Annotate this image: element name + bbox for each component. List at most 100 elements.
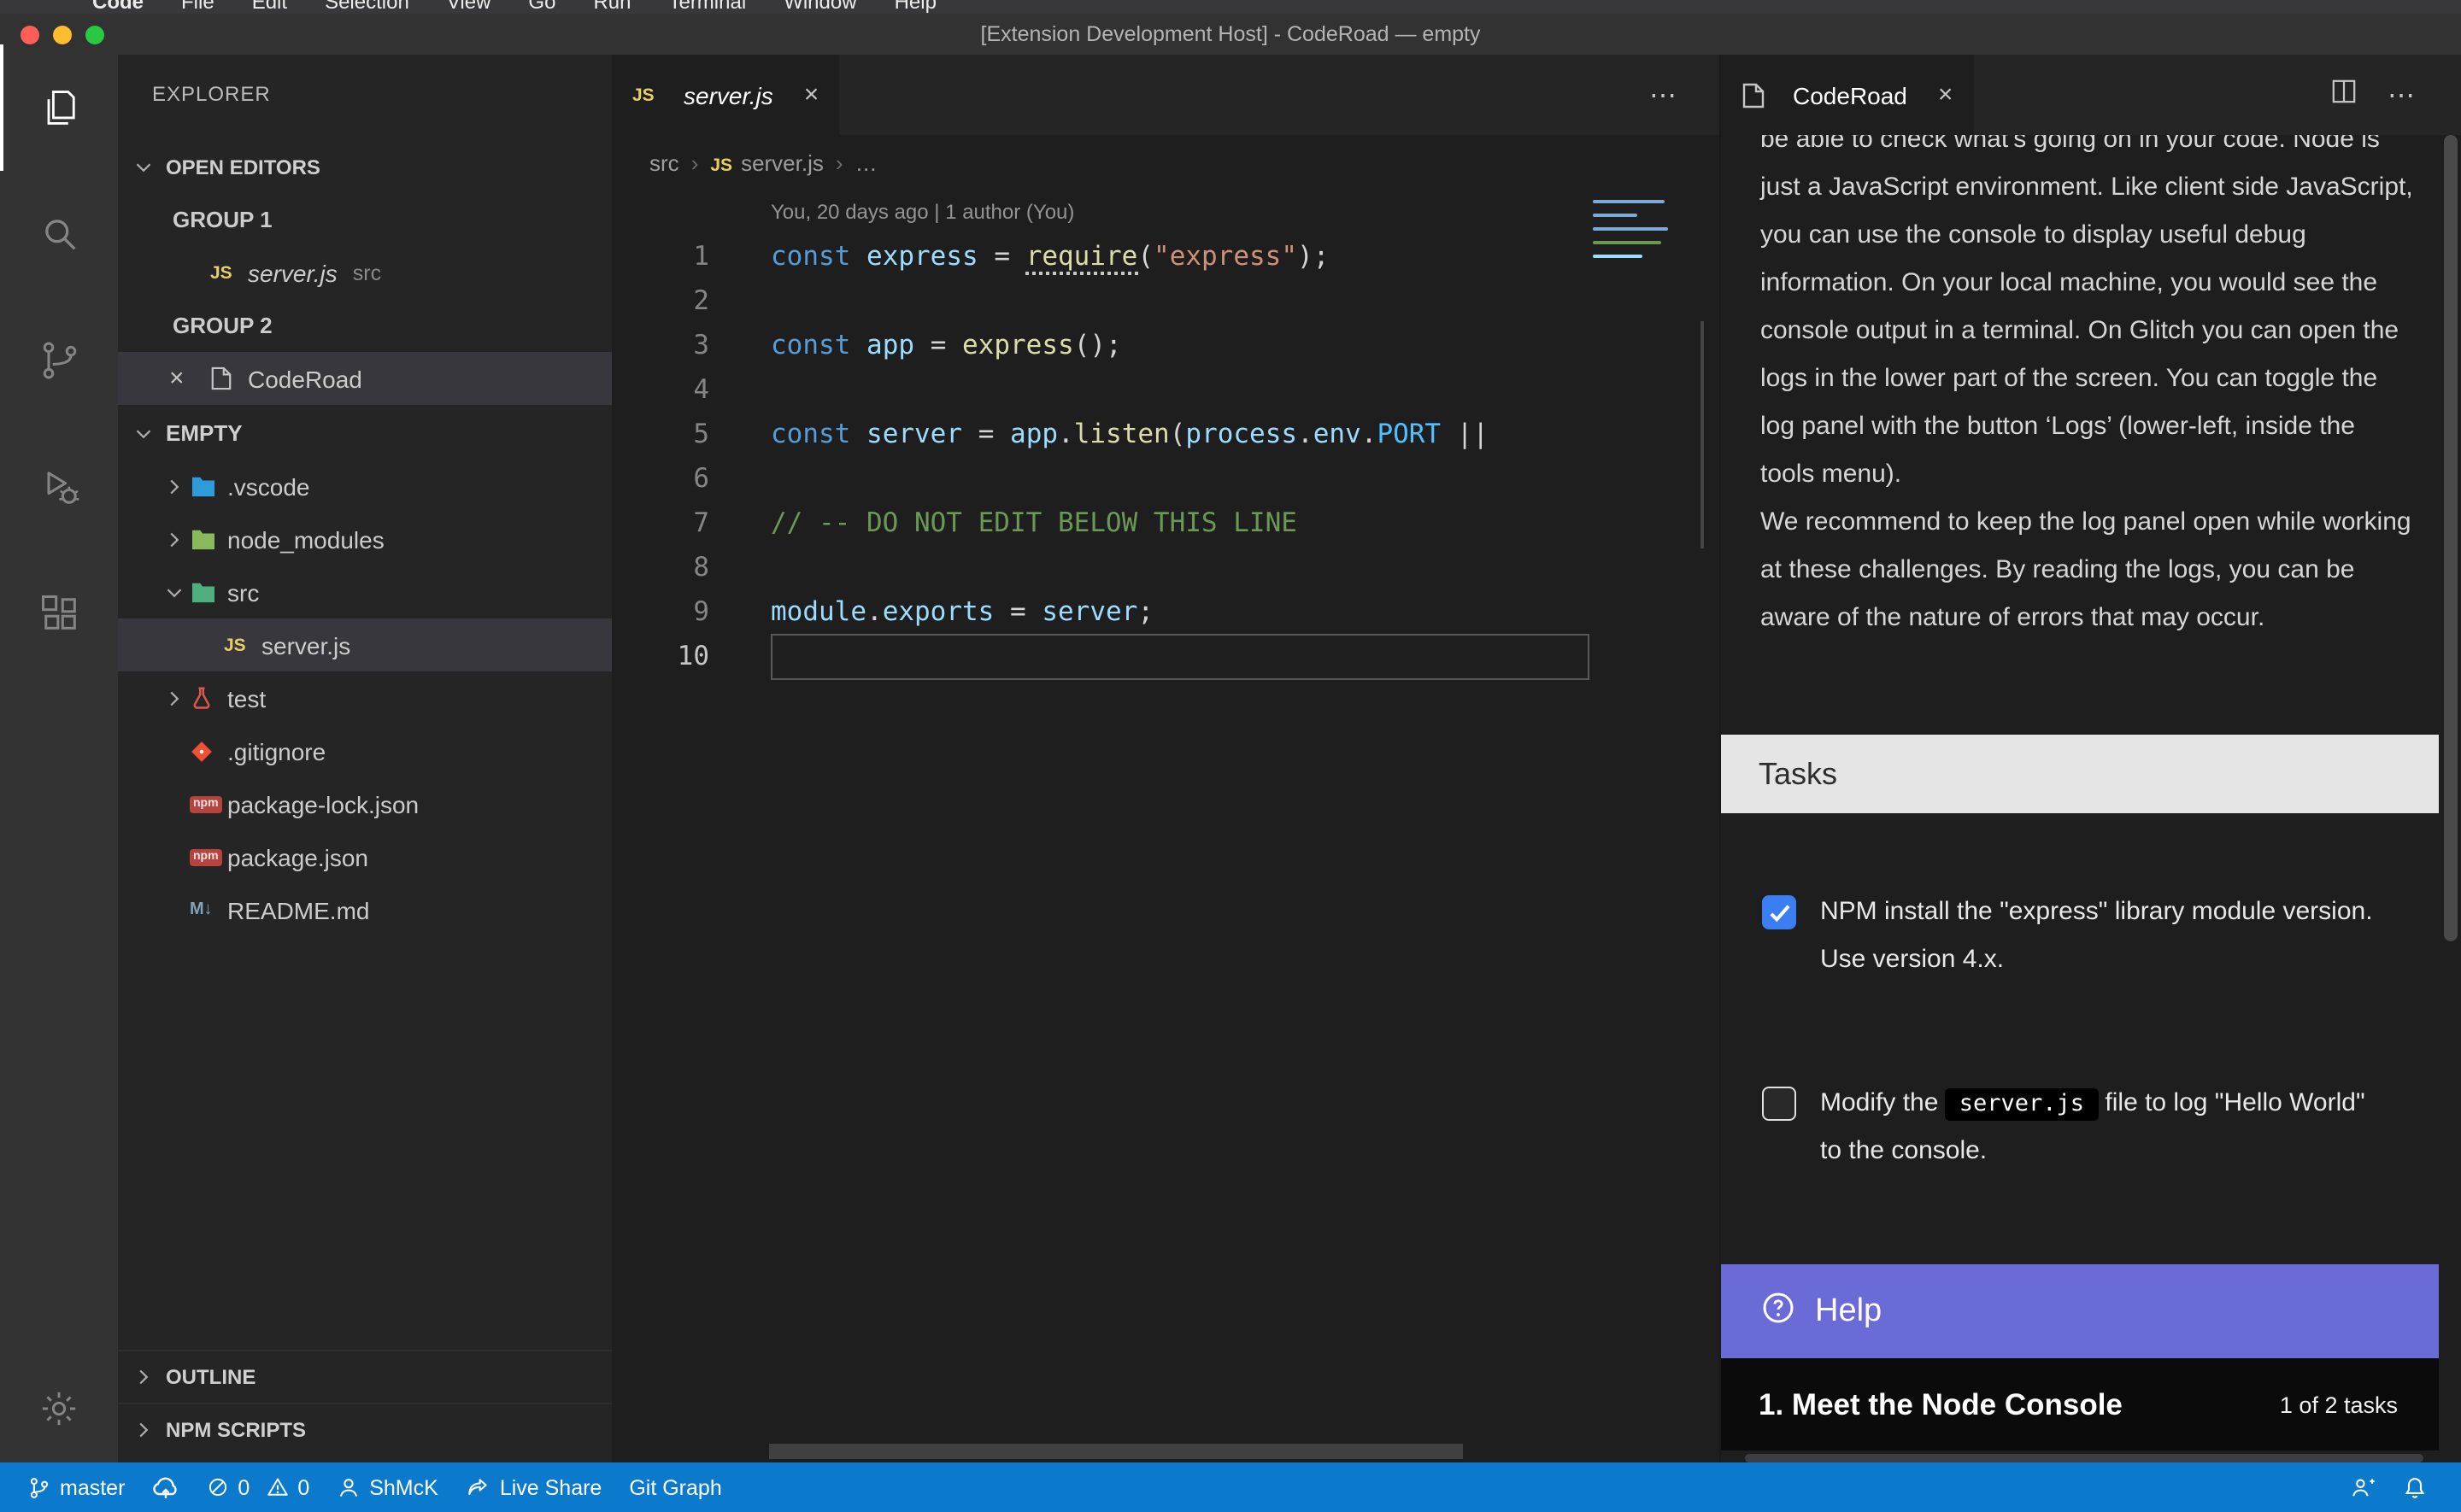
- window-title: [Extension Development Host] - CodeRoad …: [0, 14, 2461, 55]
- open-editors-section-header[interactable]: OPEN EDITORS: [118, 140, 612, 193]
- chevron-right-icon[interactable]: [159, 478, 190, 495]
- title-bar[interactable]: [Extension Development Host] - CodeRoad …: [0, 14, 2461, 55]
- more-actions-icon[interactable]: ⋯: [2388, 78, 2417, 112]
- tree-item-package-lock-json[interactable]: npmpackage-lock.json: [118, 777, 612, 830]
- code-line-8[interactable]: 8: [612, 545, 1719, 589]
- run-and-debug-icon[interactable]: [0, 424, 118, 550]
- codelens-annotation[interactable]: You, 20 days ago | 1 author (You): [612, 200, 1719, 234]
- menu-item-edit[interactable]: Edit: [252, 0, 287, 14]
- invite-icon: [2350, 1475, 2376, 1499]
- horizontal-scrollbar[interactable]: [769, 1444, 1463, 1459]
- tree-item-node-modules[interactable]: node_modules: [118, 513, 612, 566]
- manage-gear-icon[interactable]: [0, 1363, 118, 1452]
- status-publish[interactable]: [138, 1462, 193, 1512]
- breadcrumb-item-[interactable]: …: [855, 149, 878, 175]
- lesson-footer[interactable]: 1. Meet the Node Console 1 of 2 tasks: [1721, 1358, 2439, 1450]
- code-token: =: [994, 596, 1042, 627]
- menu-item-view[interactable]: View: [447, 0, 491, 14]
- search-icon[interactable]: [0, 171, 118, 297]
- close-tab-icon[interactable]: ×: [1938, 80, 1953, 109]
- menu-item-run[interactable]: Run: [593, 0, 631, 14]
- markdown-icon: M↓: [190, 900, 227, 919]
- tree-item-test[interactable]: test: [118, 671, 612, 724]
- source-control-icon[interactable]: [0, 297, 118, 424]
- publish-icon: [152, 1475, 179, 1499]
- tree-item-src[interactable]: src: [118, 566, 612, 618]
- status-problems[interactable]: 00: [193, 1462, 323, 1512]
- code-line-10[interactable]: 10: [612, 634, 1719, 678]
- more-actions-icon[interactable]: ⋯: [1649, 78, 1678, 112]
- open-editor-server-js[interactable]: JSserver.jssrc: [118, 246, 612, 299]
- tree-item-package-json[interactable]: npmpackage.json: [118, 830, 612, 883]
- menu-item-help[interactable]: Help: [895, 0, 937, 14]
- status-label: ShMcK: [369, 1475, 438, 1499]
- status-account[interactable]: ShMcK: [323, 1462, 452, 1512]
- code-line-2[interactable]: 2: [612, 278, 1719, 323]
- code-token: listen: [1074, 419, 1170, 449]
- webview-file-icon: [1741, 81, 1779, 108]
- tree-item-server-js[interactable]: JSserver.js: [118, 618, 612, 671]
- tab-server-js[interactable]: JS server.js ×: [612, 55, 839, 135]
- status-invite[interactable]: [2336, 1462, 2389, 1512]
- code-line-7[interactable]: 7// -- DO NOT EDIT BELOW THIS LINE: [612, 501, 1719, 545]
- chevron-right-icon[interactable]: [159, 689, 190, 706]
- code-token: const: [771, 241, 850, 272]
- status-live-share[interactable]: Live Share: [452, 1462, 616, 1512]
- code-line-content: // -- DO NOT EDIT BELOW THIS LINE: [709, 501, 1297, 545]
- chevron-down-icon[interactable]: [159, 583, 190, 601]
- split-editor-icon[interactable]: [2331, 78, 2357, 112]
- menu-item-code[interactable]: Code: [92, 0, 144, 14]
- file-name: node_modules: [227, 525, 385, 553]
- webview-vertical-scrollbar[interactable]: [2444, 135, 2458, 941]
- menu-item-selection[interactable]: Selection: [325, 0, 409, 14]
- code-line-9[interactable]: 9module.exports = server;: [612, 589, 1719, 634]
- webview-horizontal-scrollbar[interactable]: [1745, 1454, 2423, 1462]
- extensions-icon[interactable]: [0, 550, 118, 677]
- section-outline[interactable]: OUTLINE: [118, 1350, 612, 1403]
- breadcrumb: src›JSserver.js›…: [612, 135, 1719, 190]
- code-line-5[interactable]: 5const server = app.listen(process.env.P…: [612, 412, 1719, 456]
- section-npm-scripts[interactable]: NPM SCRIPTS: [118, 1403, 612, 1456]
- tree-item-vscode[interactable]: .vscode: [118, 460, 612, 513]
- close-tab-icon[interactable]: ×: [804, 80, 819, 109]
- help-accordion[interactable]: Help: [1721, 1264, 2439, 1358]
- menu-item-terminal[interactable]: Terminal: [668, 0, 746, 14]
- line-number: 3: [612, 323, 709, 367]
- code-editor[interactable]: You, 20 days ago | 1 author (You) 1const…: [612, 190, 1719, 1462]
- code-line-6[interactable]: 6: [612, 456, 1719, 501]
- task-description: NPM install the "express" library module…: [1820, 888, 2388, 984]
- task-checkbox-checked[interactable]: [1762, 895, 1796, 929]
- help-label: Help: [1815, 1292, 1882, 1330]
- tree-item-gitignore[interactable]: .gitignore: [118, 724, 612, 777]
- editor-label: CodeRoad: [248, 365, 362, 392]
- breadcrumb-separator: ›: [836, 149, 843, 175]
- status-label: Live Share: [500, 1475, 602, 1499]
- code-token: const: [771, 419, 850, 449]
- code-line-4[interactable]: 4: [612, 367, 1719, 412]
- status-git-branch[interactable]: master: [14, 1462, 138, 1512]
- open-editor-coderoad[interactable]: × CodeRoad: [118, 352, 612, 405]
- breadcrumb-item-src[interactable]: src: [649, 149, 679, 175]
- explorer-icon[interactable]: [0, 44, 118, 171]
- close-editor-icon[interactable]: ×: [169, 364, 210, 393]
- tree-item-readme-md[interactable]: M↓README.md: [118, 883, 612, 936]
- task-checkbox-unchecked[interactable]: [1762, 1087, 1796, 1121]
- workspace-section-header[interactable]: EMPTY: [118, 407, 612, 460]
- chevron-right-icon: [128, 1368, 159, 1386]
- code-token: =: [978, 241, 1026, 272]
- tasks-section-header: Tasks: [1721, 735, 2439, 813]
- code-line-3[interactable]: 3const app = express();: [612, 323, 1719, 367]
- code-token: module: [771, 596, 866, 627]
- menu-item-go[interactable]: Go: [528, 0, 555, 14]
- chevron-right-icon[interactable]: [159, 530, 190, 548]
- code-token: // -- DO NOT EDIT BELOW THIS LINE: [771, 507, 1297, 538]
- minimap[interactable]: [1593, 200, 1671, 268]
- code-line-1[interactable]: 1const express = require("express");: [612, 234, 1719, 278]
- npm-icon: npm: [190, 848, 227, 865]
- menu-item-window[interactable]: Window: [784, 0, 856, 14]
- menu-item-file[interactable]: File: [181, 0, 214, 14]
- tab-coderoad[interactable]: CodeRoad ×: [1721, 55, 1973, 135]
- status-git-graph[interactable]: Git Graph: [615, 1462, 735, 1512]
- status-bell[interactable]: [2389, 1462, 2440, 1512]
- breadcrumb-item-server-js[interactable]: JSserver.js: [710, 149, 824, 175]
